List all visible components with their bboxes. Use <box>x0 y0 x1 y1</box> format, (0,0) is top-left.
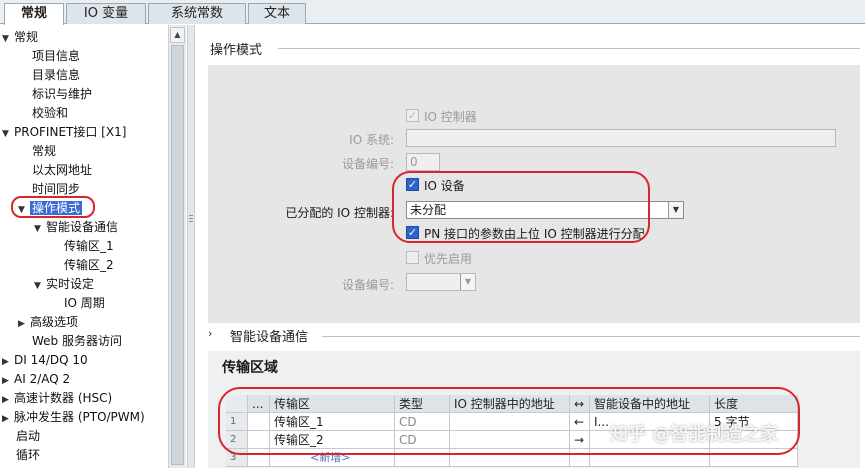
table-cell-direction[interactable]: ← <box>570 413 590 431</box>
pn-param-checkbox[interactable]: ✓ <box>406 226 419 239</box>
collapse-arrow-icon[interactable]: › <box>208 327 212 340</box>
tab-system-constants[interactable]: 系统常数 <box>148 3 246 24</box>
device-number2-label: 设备编号: <box>341 278 394 292</box>
table-cell <box>710 449 798 467</box>
device-number-label: 设备编号: <box>341 157 394 171</box>
priority-startup-checkbox[interactable] <box>406 251 419 264</box>
table-cell <box>248 413 270 431</box>
table-cell <box>248 431 270 449</box>
assigned-controller-dropdown[interactable]: 未分配 ▼ <box>406 201 684 219</box>
chevron-down-icon[interactable]: ▼ <box>668 202 683 218</box>
table-row-number: 1 <box>226 413 248 431</box>
tree-item-catalog-info[interactable]: 目录信息 <box>32 66 80 84</box>
tree-item-project-info[interactable]: 项目信息 <box>32 47 80 65</box>
assigned-controller-label: 已分配的 IO 控制器: <box>285 206 394 220</box>
tree-item-general[interactable]: ▼ 常规 <box>2 28 38 46</box>
expanded-arrow-icon[interactable]: ▼ <box>34 277 46 295</box>
io-device-label: IO 设备 <box>424 179 465 193</box>
priority-startup-label: 优先启用 <box>424 252 473 266</box>
table-header-rowno <box>226 395 248 413</box>
io-system-field[interactable] <box>406 129 836 147</box>
scroll-up-icon[interactable]: ▲ <box>170 27 185 43</box>
section-divider <box>322 336 860 337</box>
tree-item-ai-aq[interactable]: ▶ AI 2/AQ 2 <box>2 370 70 388</box>
tab-io-tags[interactable]: IO 变量 <box>66 3 146 24</box>
io-controller-label: IO 控制器 <box>424 110 477 124</box>
table-cell <box>450 449 570 467</box>
tree-item-operating-mode[interactable]: ▼ 操作模式 <box>18 199 83 219</box>
tree-item-pn-general[interactable]: 常规 <box>32 142 56 160</box>
tree-item-transfer-1[interactable]: 传输区_1 <box>64 237 114 255</box>
section-title-operating-mode: 操作模式 <box>210 43 263 58</box>
io-system-label: IO 系统: <box>349 133 394 147</box>
table-header-type[interactable]: 类型 <box>395 395 450 413</box>
expanded-arrow-icon[interactable]: ▼ <box>34 220 46 238</box>
expanded-arrow-icon[interactable]: ▼ <box>2 125 14 143</box>
tree-item-startup[interactable]: 启动 <box>16 427 40 445</box>
table-cell <box>590 449 710 467</box>
tree-item-transfer-2[interactable]: 传输区_2 <box>64 256 114 274</box>
table-header-name[interactable]: 传输区 <box>270 395 395 413</box>
table-cell-name[interactable]: 传输区_2 <box>270 431 395 449</box>
scrollbar-thumb[interactable] <box>171 45 184 465</box>
assigned-controller-value: 未分配 <box>410 203 447 217</box>
tree-item-profinet[interactable]: ▼ PROFINET接口 [X1] <box>2 123 126 141</box>
panel-splitter[interactable] <box>187 25 195 468</box>
tree-item-web-server[interactable]: Web 服务器访问 <box>32 332 122 350</box>
tree-item-di-dq[interactable]: ▶ DI 14/DQ 10 <box>2 351 88 369</box>
tree-item-identification[interactable]: 标识与维护 <box>32 85 92 103</box>
expanded-arrow-icon[interactable]: ▼ <box>18 201 30 219</box>
device-number2-dropdown[interactable]: ▼ <box>406 273 476 291</box>
table-cell <box>570 449 590 467</box>
tab-bar: 常规 IO 变量 系统常数 文本 <box>0 0 865 25</box>
io-device-checkbox[interactable]: ✓ <box>406 178 419 191</box>
tree-item-advanced[interactable]: ▶ 高级选项 <box>18 313 78 331</box>
collapsed-arrow-icon[interactable]: ▶ <box>2 372 14 390</box>
collapsed-arrow-icon[interactable]: ▶ <box>18 315 30 333</box>
pn-param-label: PN 接口的参数由上位 IO 控制器进行分配 <box>424 227 645 241</box>
watermark-text: 知乎 @智能制造之家 <box>610 424 779 445</box>
table-cell-type[interactable]: CD <box>395 431 450 449</box>
table-cell-ctrl-addr[interactable] <box>450 431 570 449</box>
table-cell-type[interactable]: CD <box>395 413 450 431</box>
tree-item-realtime[interactable]: ▼ 实时设定 <box>34 275 94 293</box>
table-cell-direction[interactable]: → <box>570 431 590 449</box>
tree-item-hsc[interactable]: ▶ 高速计数器 (HSC) <box>2 389 112 407</box>
table-cell-name[interactable]: 传输区_1 <box>270 413 395 431</box>
device-number-field[interactable]: 0 <box>406 153 440 171</box>
expanded-arrow-icon[interactable]: ▼ <box>2 30 14 48</box>
table-header-direction[interactable]: ↔ <box>570 395 590 413</box>
tab-texts[interactable]: 文本 <box>248 3 306 24</box>
tree-item-ethernet[interactable]: 以太网地址 <box>32 161 92 179</box>
io-controller-checkbox[interactable]: ✓ <box>406 109 419 122</box>
table-cell <box>395 449 450 467</box>
table-cell <box>248 449 270 467</box>
section-divider <box>278 48 860 49</box>
tree-item-cycle[interactable]: 循环 <box>16 446 40 464</box>
add-new-row[interactable]: <新增> <box>270 449 395 467</box>
table-cell-ctrl-addr[interactable] <box>450 413 570 431</box>
tree-item-time-sync[interactable]: 时间同步 <box>32 180 80 198</box>
table-row-number: 2 <box>226 431 248 449</box>
tree-item-checksum[interactable]: 校验和 <box>32 104 68 122</box>
tree-scrollbar[interactable]: ▲ <box>168 25 186 468</box>
chevron-down-icon[interactable]: ▼ <box>460 274 475 290</box>
section-title-smart-device: 智能设备通信 <box>230 330 309 345</box>
tree-item-smart-device[interactable]: ▼ 智能设备通信 <box>34 218 118 236</box>
collapsed-arrow-icon[interactable]: ▶ <box>2 391 14 409</box>
table-header-dev-addr[interactable]: 智能设备中的地址 <box>590 395 710 413</box>
table-row-number: 3 <box>226 449 248 467</box>
transfer-area-title: 传输区域 <box>222 360 278 376</box>
tab-general[interactable]: 常规 <box>4 3 64 25</box>
navigation-tree: ▼ 常规 项目信息 目录信息 标识与维护 校验和 ▼ PROFINET接口 [X1]… <box>0 25 168 468</box>
table-header-ctrl-addr[interactable]: IO 控制器中的地址 <box>450 395 570 413</box>
collapsed-arrow-icon[interactable]: ▶ <box>2 353 14 371</box>
table-header-more[interactable]: ... <box>248 395 270 413</box>
tree-item-pto-pwm[interactable]: ▶ 脉冲发生器 (PTO/PWM) <box>2 408 145 426</box>
table-header-length[interactable]: 长度 <box>710 395 798 413</box>
tree-item-io-cycle[interactable]: IO 周期 <box>64 294 105 312</box>
collapsed-arrow-icon[interactable]: ▶ <box>2 410 14 428</box>
